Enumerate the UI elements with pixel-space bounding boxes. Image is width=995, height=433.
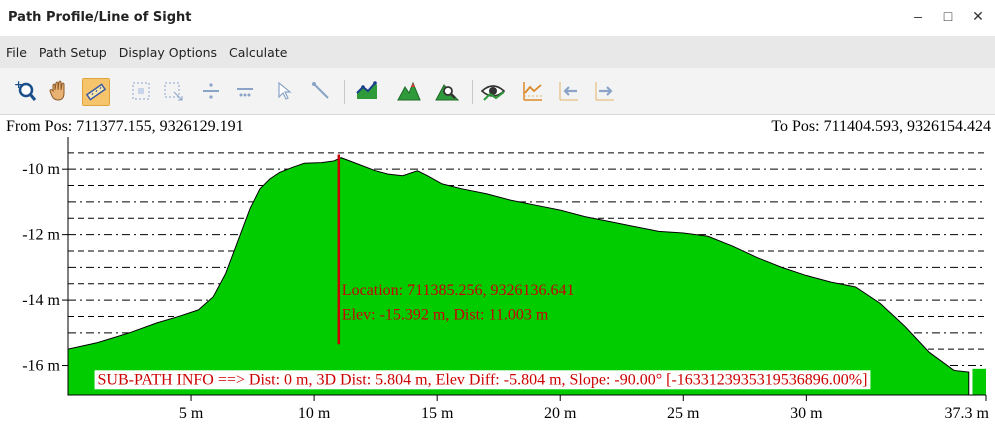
terrain-peaks-icon[interactable] [396,78,422,104]
pan-hand-icon[interactable] [46,78,72,104]
toolbar-separator [472,80,473,104]
y-tick-label: -14 m [22,292,60,309]
window-controls: – □ ✕ [909,6,987,26]
zoom-in-icon[interactable]: + [12,78,38,104]
cursor-location-label: Location: 711385.256, 9326136.641 [342,282,575,299]
close-button[interactable]: ✕ [969,6,987,26]
y-tick-label: -10 m [22,161,60,178]
menu-path-setup[interactable]: Path Setup [33,45,113,60]
profile-chart[interactable]: SUB-PATH INFO ==> Dist: 0 m, 3D Dist: 5.… [0,115,995,433]
y-tick-label: -12 m [22,227,60,244]
x-tick-label: 15 m [421,405,454,422]
next-profile-icon[interactable] [592,78,618,104]
x-tick-label: 20 m [544,405,577,422]
menu-display-options[interactable]: Display Options [113,45,223,60]
window-title: Path Profile/Line of Sight [8,10,192,25]
terrain-search-icon[interactable] [434,78,460,104]
profile-graph-icon[interactable] [520,78,546,104]
x-tick-label: 30 m [790,405,823,422]
terrain-profile-area [67,157,970,396]
profile-plot-area[interactable]: From Pos: 711377.155, 9326129.191 To Pos… [0,115,995,433]
menu-bar: File Path Setup Display Options Calculat… [0,36,995,68]
x-tick-label: 25 m [667,405,700,422]
cursor-elevation-label: Elev: -15.392 m, Dist: 11.003 m [342,307,549,324]
profile-chart-icon[interactable] [354,78,380,104]
divide-points-icon[interactable] [232,78,258,104]
maximize-button[interactable]: □ [939,6,957,26]
select-arrow-icon[interactable] [272,78,298,104]
terrain-end-block [972,368,986,395]
menu-file[interactable]: File [0,45,33,60]
minimize-button[interactable]: – [909,6,927,26]
svg-text:+: + [14,79,23,91]
x-tick-label: 5 m [179,405,204,422]
subpath-info-text: SUB-PATH INFO ==> Dist: 0 m, 3D Dist: 5.… [98,371,868,388]
divide-icon[interactable] [198,78,224,104]
zoom-box-icon[interactable] [128,78,154,104]
toolbar-separator [344,80,345,104]
eye-view-icon[interactable] [480,78,506,104]
toolbar: + [0,68,995,115]
x-tick-label: 37.3 m [945,405,990,422]
line-select-icon[interactable] [308,78,334,104]
y-tick-label: -16 m [22,358,60,375]
zoom-extents-icon[interactable] [160,78,186,104]
ruler-measure-icon[interactable] [82,78,110,106]
menu-calculate[interactable]: Calculate [223,45,293,60]
path-profile-window: Path Profile/Line of Sight – □ ✕ File Pa… [0,0,995,433]
prev-profile-icon[interactable] [556,78,582,104]
title-bar: Path Profile/Line of Sight – □ ✕ [0,0,995,37]
x-tick-label: 10 m [298,405,331,422]
